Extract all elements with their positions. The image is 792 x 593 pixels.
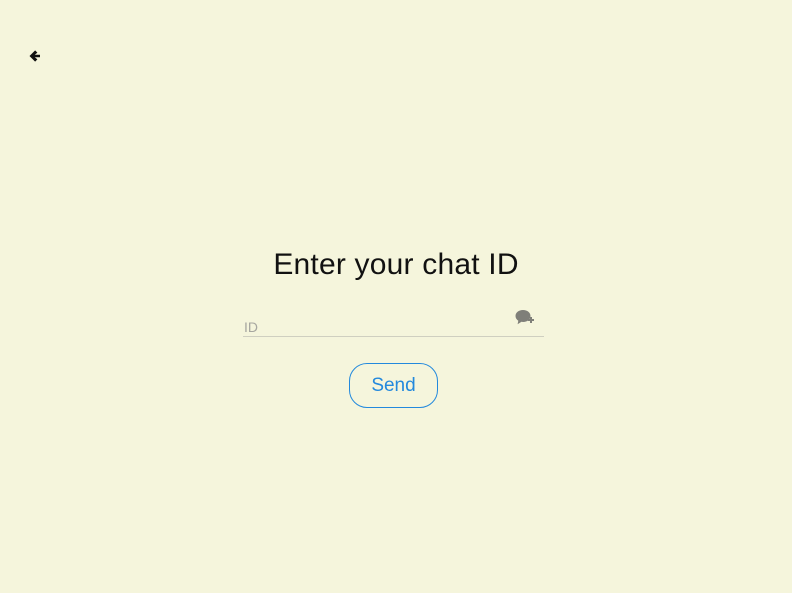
send-button[interactable]: Send xyxy=(349,363,438,408)
arrow-left-icon xyxy=(25,47,43,65)
chat-add-icon[interactable] xyxy=(514,308,536,328)
back-button[interactable] xyxy=(22,44,46,68)
chat-id-screen: { "navigation": { "back_icon": "arrow-le… xyxy=(0,0,792,593)
chat-id-input[interactable] xyxy=(243,318,504,336)
chat-id-field[interactable] xyxy=(243,306,544,337)
page-title: Enter your chat ID xyxy=(273,248,519,281)
